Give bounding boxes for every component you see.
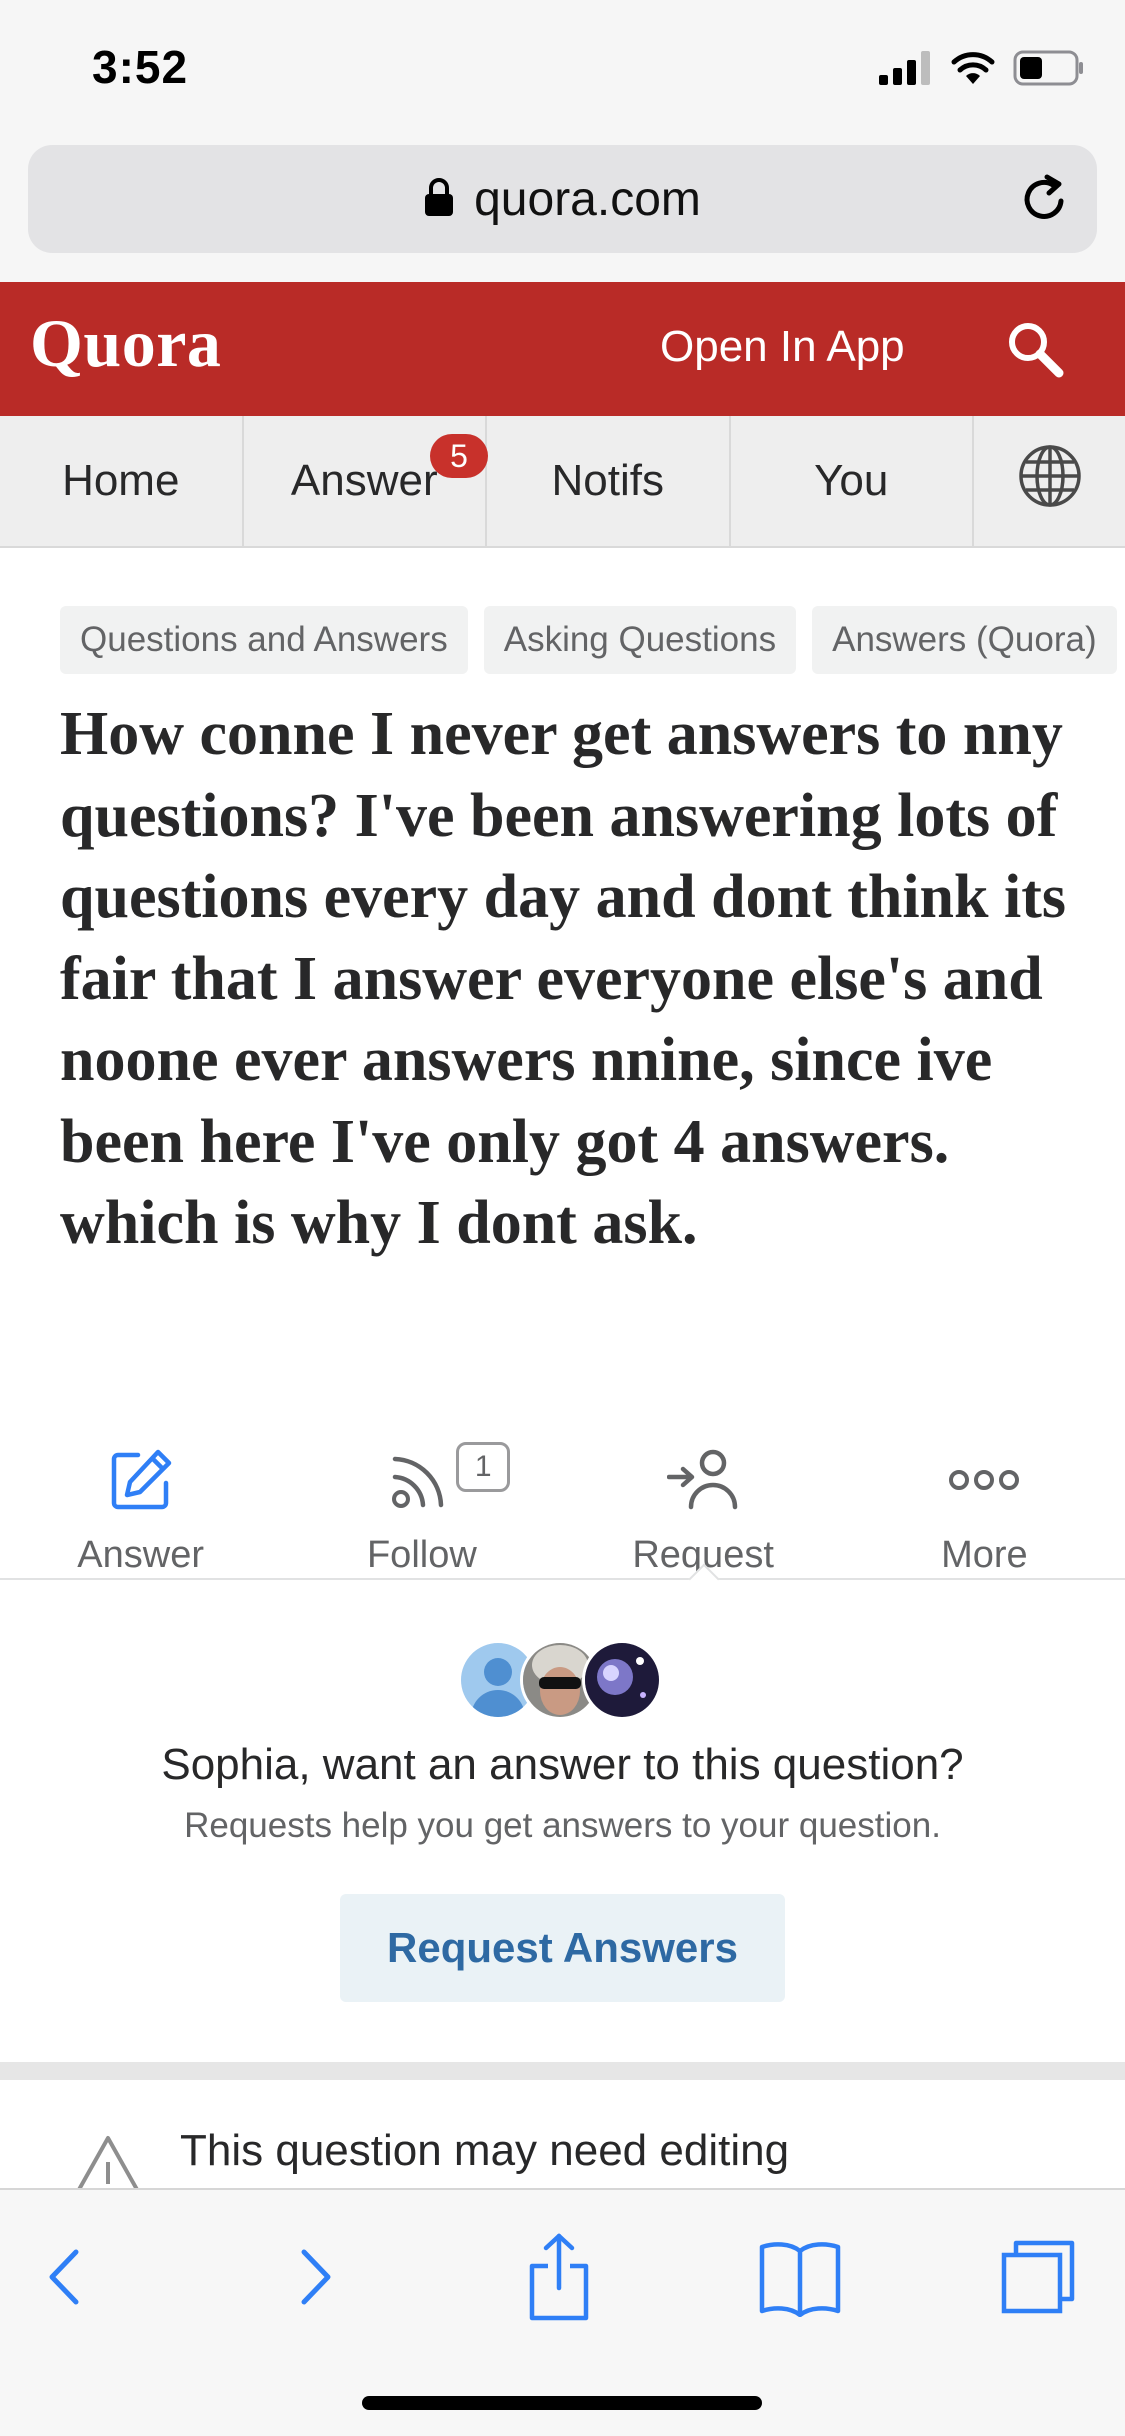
nav-tab-you[interactable]: You [731,416,974,546]
topic-list: Questions and Answers Asking Questions A… [60,606,1125,674]
follow-action-button[interactable]: 1 Follow [281,1440,562,1578]
forward-chevron-icon[interactable] [290,2232,340,2322]
globe-icon [1017,443,1083,520]
question-actions: Answer 1 Follow Request More [0,1440,1125,1580]
address-bar[interactable]: quora.com [28,145,1097,253]
follow-count-badge: 1 [456,1442,511,1492]
search-icon[interactable] [1004,318,1066,385]
request-user-icon [667,1440,739,1520]
question-title: How conne I never get answers to nny que… [60,700,1067,1257]
wifi-icon [951,51,995,90]
share-icon[interactable] [526,2232,592,2322]
lock-icon [424,177,454,222]
status-icons [879,48,1085,92]
battery-icon [1013,50,1085,91]
request-answers-panel: Sophia, want an answer to this question?… [0,1582,1125,2062]
edit-pencil-icon [108,1440,174,1520]
bookmarks-icon[interactable] [758,2232,842,2322]
follow-action-label: Follow [366,1534,477,1576]
section-divider [0,2062,1125,2080]
topic-chip[interactable]: Answers (Quora) [812,606,1117,674]
answer-action-button[interactable]: Answer [0,1440,281,1578]
topic-chip[interactable]: Questions and Answers [60,606,468,674]
request-action-button[interactable]: Request [563,1440,844,1578]
more-dots-icon [949,1440,1020,1520]
topic-chip[interactable]: Asking Questions [483,606,797,674]
tabs-icon[interactable] [998,2232,1078,2322]
status-bar: 3:52 [0,0,1125,135]
request-prompt-subtitle: Requests help you get answers to your qu… [184,1806,941,1845]
warning-icon [68,2134,148,2188]
quora-header: Quora Open In App [0,282,1125,416]
browser-address-area: quora.com [0,135,1125,282]
edit-notice-text: This question may need editing [180,2126,790,2175]
answer-action-label: Answer [77,1534,204,1576]
rss-follow-icon [389,1440,455,1520]
request-prompt-title: Sophia, want an answer to this question? [161,1740,964,1789]
request-answers-button[interactable]: Request Answers [340,1894,785,2002]
nav-tab-notifs[interactable]: Notifs [487,416,731,546]
back-chevron-icon[interactable] [40,2232,90,2322]
cellular-signal-icon [879,50,933,90]
main-nav: Home Answer Notifs You [0,416,1125,548]
quora-logo[interactable]: Quora [30,304,221,383]
home-indicator [362,2396,762,2410]
reload-icon[interactable] [1017,171,1073,232]
avatar [582,1640,662,1720]
url-display[interactable]: quora.com [28,145,1097,253]
edit-notice: This question may need editing [0,2080,1125,2188]
answer-notification-badge: 5 [430,434,488,478]
nav-tab-home[interactable]: Home [0,416,244,546]
nav-tab-language[interactable] [974,416,1125,546]
url-text: quora.com [474,172,701,226]
open-in-app-button[interactable]: Open In App [660,322,905,372]
more-action-label: More [941,1534,1028,1576]
suggested-avatars [458,1640,662,1720]
status-time: 3:52 [92,41,189,93]
more-action-button[interactable]: More [844,1440,1125,1578]
